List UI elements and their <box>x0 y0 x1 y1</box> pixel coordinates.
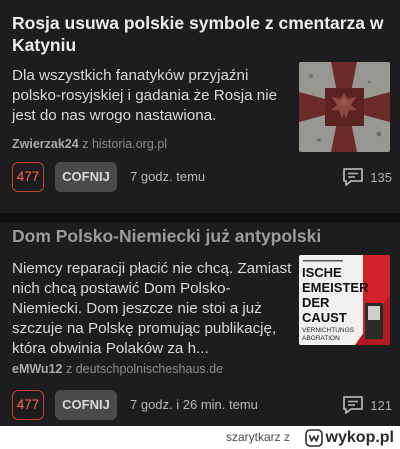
author-link[interactable]: Zwierzak24 <box>12 137 79 151</box>
comment-count: 135 <box>370 169 392 185</box>
post-meta: eMWu12 z deutschpolnischeshaus.de <box>12 362 223 376</box>
comment-count: 121 <box>370 397 392 413</box>
post-actions: 477 COFNIJ 7 godz. i 26 min. temu 121 <box>12 390 392 420</box>
watermark-user: szarytkarz z <box>226 430 290 444</box>
cover-line: DER <box>302 295 330 310</box>
post-title[interactable]: Dom Polsko-Niemiecki już antypolski <box>12 225 392 247</box>
post-meta: Zwierzak24 z historia.org.pl <box>12 137 167 151</box>
source-prefix: z <box>65 362 73 376</box>
comments-button[interactable]: 135 <box>342 166 392 188</box>
post-card: Dom Polsko-Niemiecki już antypolski Niem… <box>0 222 400 426</box>
vote-count-button[interactable]: 477 <box>12 390 44 420</box>
cover-line: ISCHE <box>302 265 342 280</box>
source-link[interactable]: deutschpolnischeshaus.de <box>76 362 223 376</box>
post-time: 7 godz. temu <box>130 169 206 184</box>
cover-line: EMEISTER <box>302 280 369 295</box>
post-separator <box>0 213 400 222</box>
undo-vote-button[interactable]: COFNIJ <box>55 162 117 192</box>
watermark-username: szarytkarz <box>225 430 281 444</box>
comment-icon <box>343 168 364 186</box>
undo-vote-button[interactable]: COFNIJ <box>55 390 117 420</box>
cover-line: ABORATION <box>302 335 340 342</box>
post-description[interactable]: Dla wszystkich fanatyków przyjaźni polsk… <box>12 66 292 126</box>
wykop-logo-icon <box>304 428 323 447</box>
wykop-logo-text: wykop.pl <box>325 428 394 446</box>
source-prefix: z <box>82 137 89 151</box>
memorial-cross-image <box>299 62 390 152</box>
post-thumbnail[interactable] <box>299 62 390 152</box>
cover-line: CAUST <box>302 310 347 325</box>
book-cover-image: ISCHE EMEISTER DER CAUST VERNICHTUNGS AB… <box>299 255 390 345</box>
comments-button[interactable]: 121 <box>342 394 392 416</box>
vote-count-button[interactable]: 477 <box>12 162 44 192</box>
wykop-logo: wykop.pl <box>304 427 394 448</box>
post-card: Rosja usuwa polskie symbole z cmentarza … <box>0 0 400 213</box>
post-thumbnail[interactable]: ISCHE EMEISTER DER CAUST VERNICHTUNGS AB… <box>299 255 390 345</box>
comment-icon <box>343 396 364 414</box>
post-title[interactable]: Rosja usuwa polskie symbole z cmentarza … <box>12 12 392 56</box>
watermark-user-suffix: z <box>284 430 290 444</box>
post-description[interactable]: Niemcy reparacji płacić nie chcą. Zamias… <box>12 259 292 359</box>
post-actions: 477 COFNIJ 7 godz. temu 135 <box>12 162 392 192</box>
feed: Rosja usuwa polskie symbole z cmentarza … <box>0 0 400 426</box>
watermark-footer: szarytkarz z wykop.pl <box>0 426 400 449</box>
cover-line: VERNICHTUNGS <box>302 327 355 334</box>
post-time: 7 godz. i 26 min. temu <box>130 397 258 412</box>
source-link[interactable]: historia.org.pl <box>92 137 167 151</box>
author-link[interactable]: eMWu12 <box>12 362 62 376</box>
